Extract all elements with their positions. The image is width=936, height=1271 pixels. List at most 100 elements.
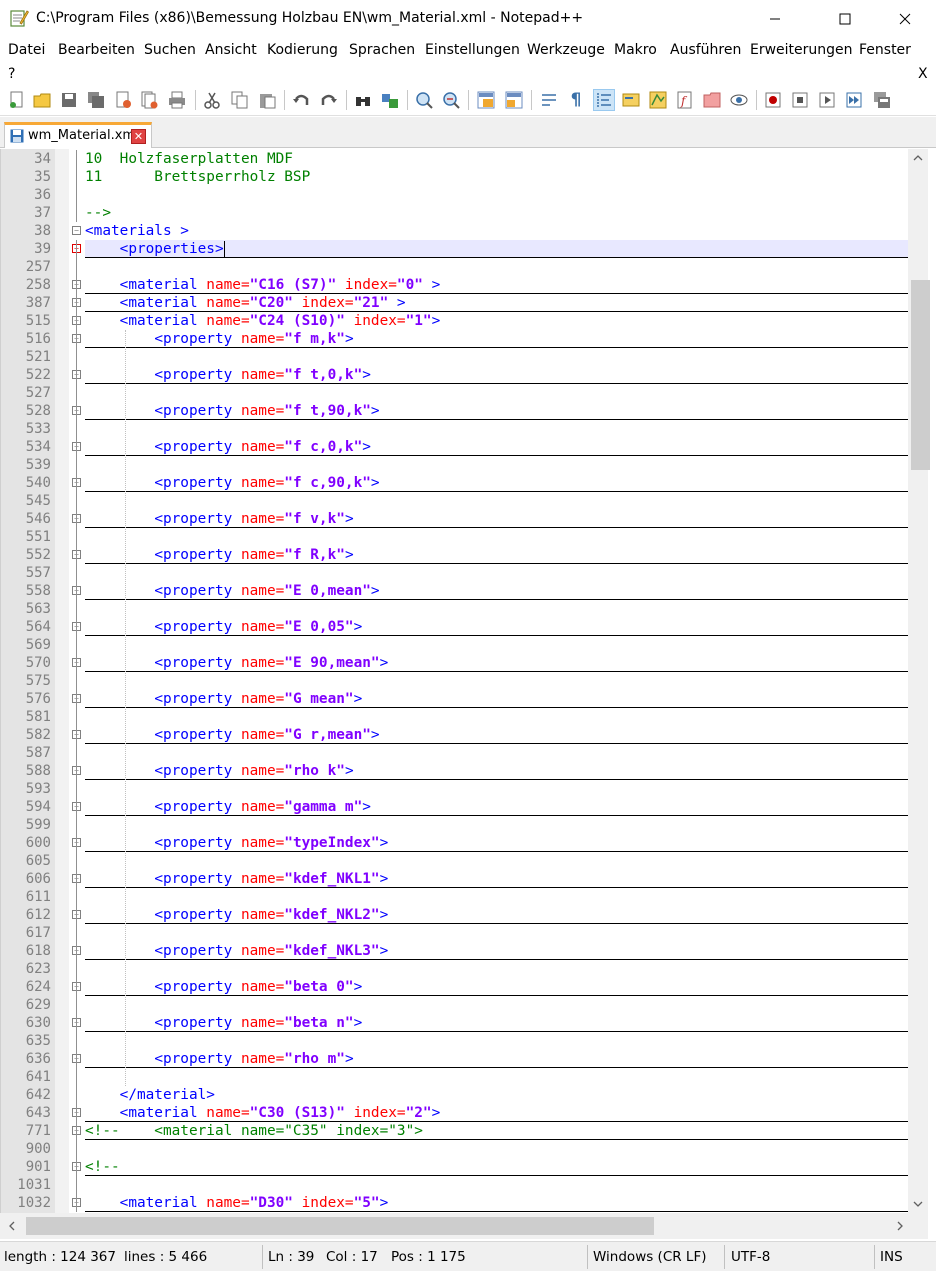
save-macro-button[interactable]	[871, 89, 893, 111]
play-macro-button[interactable]	[816, 89, 838, 111]
code-line[interactable]: <property name="E 90,mean">	[85, 654, 908, 672]
code-line[interactable]	[85, 672, 908, 690]
code-line[interactable]: <!-- <material name="C35" index="3">	[85, 1122, 908, 1140]
bookmark-margin[interactable]	[55, 149, 69, 1213]
code-line[interactable]: <materials >	[85, 222, 908, 240]
code-line[interactable]: <material name="D30" index="5">	[85, 1194, 908, 1212]
code-line[interactable]: <properties>	[85, 240, 908, 258]
redo-button[interactable]	[318, 89, 340, 111]
code-line[interactable]	[85, 780, 908, 798]
code-line[interactable]: <material name="C20" index="21" >	[85, 294, 908, 312]
code-line[interactable]	[85, 852, 908, 870]
code-line[interactable]: </material>	[85, 1086, 908, 1104]
menu-ausfuehren[interactable]: Ausführen	[670, 42, 741, 58]
code-line[interactable]: <!--	[85, 1158, 908, 1176]
code-line[interactable]: <property name="f m,k">	[85, 330, 908, 348]
save-button[interactable]	[58, 89, 80, 111]
code-line[interactable]: <property name="G mean">	[85, 690, 908, 708]
code-line[interactable]	[85, 924, 908, 942]
code-line[interactable]: <property name="f c,90,k">	[85, 474, 908, 492]
zoom-in-button[interactable]	[413, 89, 435, 111]
maximize-button[interactable]	[822, 0, 868, 38]
status-insert-mode[interactable]: INS	[880, 1249, 903, 1265]
word-wrap-button[interactable]	[538, 89, 560, 111]
folder-workspace-button[interactable]	[701, 89, 723, 111]
save-all-button[interactable]	[85, 89, 107, 111]
tab-wm-material[interactable]: wm_Material.xml ✕	[4, 122, 152, 148]
menu-einstellungen[interactable]: Einstellungen	[425, 42, 520, 58]
code-line[interactable]: <property name="f t,0,k">	[85, 366, 908, 384]
show-all-chars-button[interactable]: ¶	[565, 89, 587, 111]
language-button[interactable]	[620, 89, 642, 111]
paste-button[interactable]	[256, 89, 278, 111]
code-line[interactable]	[85, 960, 908, 978]
code-line[interactable]	[85, 708, 908, 726]
new-file-button[interactable]	[6, 89, 28, 111]
code-line[interactable]	[85, 186, 908, 204]
fold-toggle[interactable]: −	[72, 226, 81, 235]
scroll-down-arrow[interactable]	[908, 1195, 928, 1213]
editor-area[interactable]: 10 Holzfaserplatten MDF 11 Brettsperrholz…	[0, 149, 936, 1213]
code-line[interactable]	[85, 744, 908, 762]
indent-guide-button[interactable]	[593, 89, 615, 111]
code-line[interactable]	[85, 348, 908, 366]
code-line[interactable]	[85, 258, 908, 276]
code-line[interactable]	[85, 528, 908, 546]
function-list-button[interactable]: f	[674, 89, 696, 111]
code-line[interactable]: <material name="C16 (S7)" index="0" >	[85, 276, 908, 294]
code-line[interactable]: <material name="C24 (S10)" index="1">	[85, 312, 908, 330]
code-line[interactable]: <property name="rho m">	[85, 1050, 908, 1068]
status-encoding[interactable]: UTF-8	[731, 1249, 770, 1265]
menu-ansicht[interactable]: Ansicht	[205, 42, 257, 58]
code-line[interactable]: <property name="kdef_NKL1">	[85, 870, 908, 888]
monitor-button[interactable]	[728, 89, 750, 111]
code-line[interactable]: <property name="beta n">	[85, 1014, 908, 1032]
code-line[interactable]: <property name="kdef_NKL3">	[85, 942, 908, 960]
code-line[interactable]: <property name="f v,k">	[85, 510, 908, 528]
code-line[interactable]: <property name="rho k">	[85, 762, 908, 780]
horizontal-scroll-thumb[interactable]	[26, 1217, 654, 1235]
code-line[interactable]: <property name="beta 0">	[85, 978, 908, 996]
code-line[interactable]	[85, 996, 908, 1014]
cut-button[interactable]	[201, 89, 223, 111]
code-line[interactable]: <material name="C30 (S13)" index="2">	[85, 1104, 908, 1122]
code-line[interactable]: <property name="G r,mean">	[85, 726, 908, 744]
code-line[interactable]	[85, 564, 908, 582]
menu-werkzeuge[interactable]: Werkzeuge	[527, 42, 605, 58]
code-line[interactable]	[85, 1176, 908, 1194]
copy-button[interactable]	[229, 89, 251, 111]
code-line[interactable]: 10 Holzfaserplatten MDF	[85, 150, 908, 168]
code-line[interactable]: <property name="E 0,mean">	[85, 582, 908, 600]
code-line[interactable]	[85, 600, 908, 618]
code-line[interactable]	[85, 816, 908, 834]
code-line[interactable]: 11 Brettsperrholz BSP	[85, 168, 908, 186]
print-button[interactable]	[166, 89, 188, 111]
zoom-out-button[interactable]	[440, 89, 462, 111]
code-line[interactable]: <property name="f c,0,k">	[85, 438, 908, 456]
code-line[interactable]: <property name="gamma m">	[85, 798, 908, 816]
open-file-button[interactable]	[31, 89, 53, 111]
code-line[interactable]	[85, 636, 908, 654]
code-line[interactable]: -->	[85, 204, 908, 222]
menu-erweiterungen[interactable]: Erweiterungen	[750, 42, 853, 58]
sync-horizontal-button[interactable]	[503, 89, 525, 111]
menu-fenster[interactable]: Fenster	[859, 42, 911, 58]
code-line[interactable]	[85, 384, 908, 402]
code-line[interactable]	[85, 888, 908, 906]
scroll-left-arrow[interactable]	[2, 1217, 22, 1235]
code-line[interactable]	[85, 1140, 908, 1158]
run-macro-multiple-button[interactable]	[843, 89, 865, 111]
menu-bearbeiten[interactable]: Bearbeiten	[58, 42, 135, 58]
code-line[interactable]: <property name="f t,90,k">	[85, 402, 908, 420]
code-line[interactable]	[85, 1068, 908, 1086]
menu-datei[interactable]: Datei	[8, 42, 45, 58]
record-macro-button[interactable]	[762, 89, 784, 111]
scroll-up-arrow[interactable]	[908, 149, 928, 167]
vertical-scroll-thumb[interactable]	[911, 280, 930, 470]
menu-suchen[interactable]: Suchen	[144, 42, 196, 58]
menu-sprachen[interactable]: Sprachen	[349, 42, 415, 58]
code-line[interactable]: <property name="kdef_NKL2">	[85, 906, 908, 924]
doc-map-button[interactable]	[647, 89, 669, 111]
code-line[interactable]	[85, 492, 908, 510]
menu-kodierung[interactable]: Kodierung	[267, 42, 338, 58]
